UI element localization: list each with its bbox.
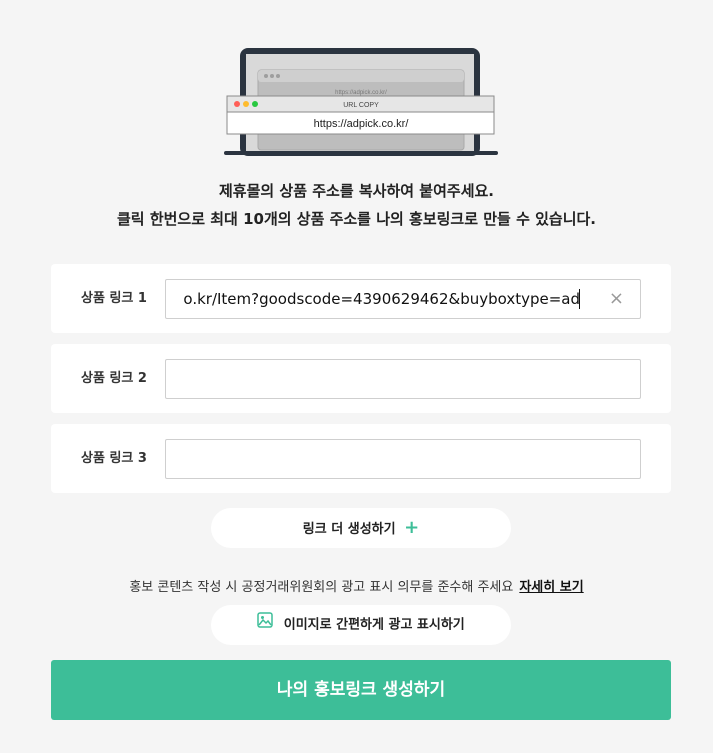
image-ad-label: 이미지로 간편하게 광고 표시하기	[283, 617, 465, 633]
image-icon	[257, 605, 273, 645]
intro-line-1: 제휴몰의 상품 주소를 복사하여 붙여주세요.	[219, 182, 494, 200]
product-link-row-3: 상품 링크 3	[51, 424, 671, 493]
intro-line-2: 클릭 한번으로 최대 10개의 상품 주소를 나의 홍보링크로 만들 수 있습니…	[117, 210, 596, 228]
product-link-input-1[interactable]: o.kr/Item?goodscode=4390629462&buyboxtyp…	[165, 279, 641, 319]
product-link-label: 상품 링크 1	[81, 291, 147, 306]
plus-icon: +	[404, 517, 420, 538]
clear-icon[interactable]: ×	[609, 280, 624, 318]
image-ad-label-button[interactable]: 이미지로 간편하게 광고 표시하기	[211, 605, 511, 645]
add-more-links-button[interactable]: 링크 더 생성하기 +	[211, 508, 511, 548]
details-link[interactable]: 자세히 보기	[519, 580, 583, 595]
intro-text: 제휴몰의 상품 주소를 복사하여 붙여주세요. 클릭 한번으로 최대 10개의 …	[0, 177, 713, 233]
product-link-value: o.kr/Item?goodscode=4390629462&buyboxtyp…	[183, 290, 580, 308]
product-link-input-3[interactable]	[165, 439, 641, 479]
product-link-input-2[interactable]	[165, 359, 641, 399]
add-more-links-label: 링크 더 생성하기	[302, 522, 396, 537]
ad-disclosure-notice: 홍보 콘텐츠 작성 시 공정거래위원회의 광고 표시 의무를 준수해 주세요 자세…	[0, 576, 713, 595]
product-link-row-2: 상품 링크 2	[51, 344, 671, 413]
window-title: URL COPY	[343, 102, 379, 109]
url-copy-illustration: https://adpick.co.kr/ URL COPY https://a…	[222, 44, 502, 156]
back-window-url: https://adpick.co.kr/	[335, 90, 387, 96]
create-promo-link-label: 나의 홍보링크 생성하기	[276, 680, 446, 700]
illustration-url: https://adpick.co.kr/	[314, 118, 410, 130]
text-caret	[579, 289, 580, 309]
product-link-row-1: 상품 링크 1 o.kr/Item?goodscode=4390629462&b…	[51, 264, 671, 333]
create-promo-link-button[interactable]: 나의 홍보링크 생성하기	[51, 660, 671, 720]
product-link-label: 상품 링크 2	[81, 371, 147, 386]
product-link-label: 상품 링크 3	[81, 451, 147, 466]
notice-text: 홍보 콘텐츠 작성 시 공정거래위원회의 광고 표시 의무를 준수해 주세요	[129, 580, 514, 595]
